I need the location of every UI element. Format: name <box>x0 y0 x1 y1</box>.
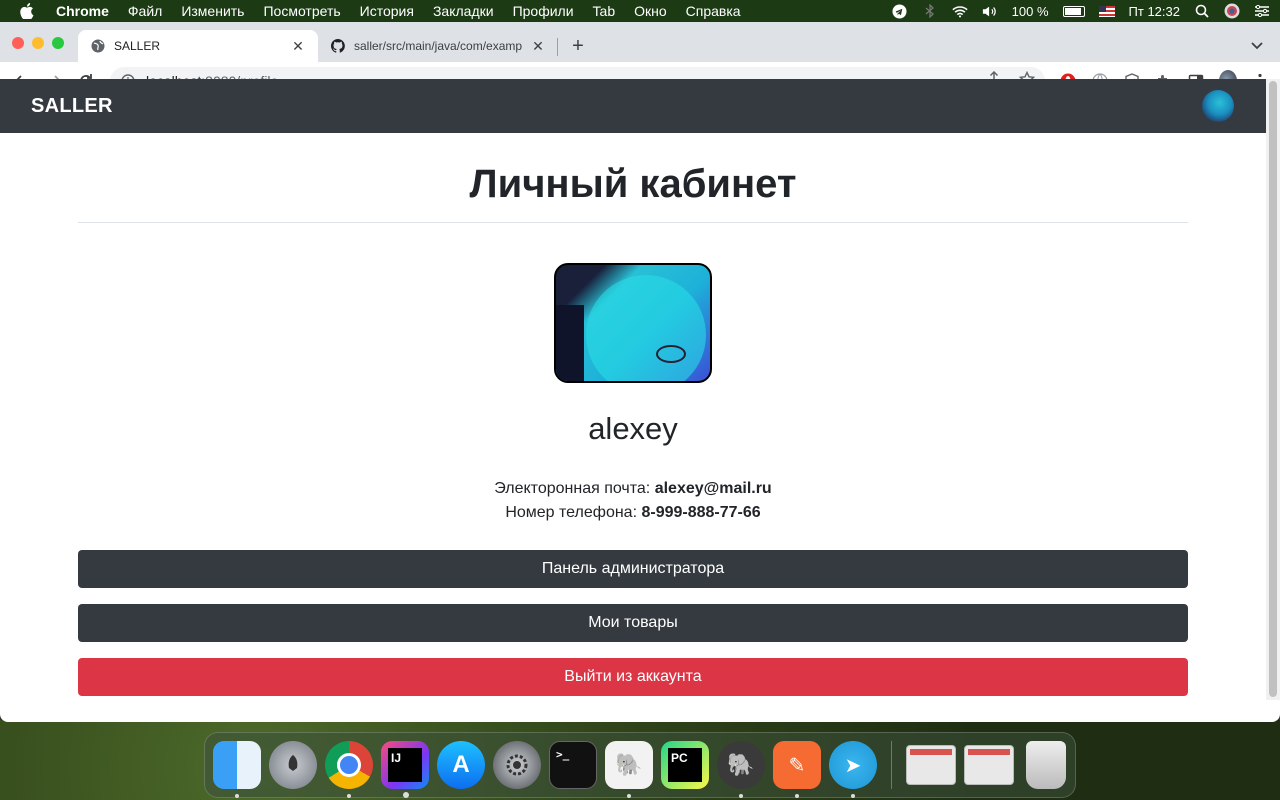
page-scrollbar[interactable] <box>1266 79 1280 700</box>
site-navbar: SALLER <box>0 79 1266 133</box>
battery-icon[interactable] <box>1062 5 1085 17</box>
minimize-window-button[interactable] <box>32 37 44 49</box>
profile-username: alexey <box>588 411 678 446</box>
menu-bookmarks[interactable]: Закладки <box>433 3 494 19</box>
menu-tab[interactable]: Tab <box>593 3 616 19</box>
menu-app-name[interactable]: Chrome <box>56 3 109 19</box>
menubar-clock[interactable]: Пт 12:32 <box>1129 4 1180 19</box>
close-window-button[interactable] <box>12 37 24 49</box>
wifi-icon[interactable] <box>952 4 968 18</box>
tab-title: SALLER <box>114 39 161 53</box>
title-divider <box>78 222 1188 223</box>
user-avatar-icon[interactable] <box>1224 3 1240 19</box>
page-viewport: SALLER Личный кабинет alexey Электоронна… <box>0 79 1266 700</box>
phone-value: 8-999-888-77-66 <box>641 504 761 521</box>
system-preferences-icon[interactable] <box>493 741 541 789</box>
profile-avatar-image <box>554 263 712 383</box>
menu-profiles[interactable]: Профили <box>513 3 574 19</box>
volume-icon[interactable] <box>982 4 998 18</box>
telegram-status-icon[interactable] <box>892 3 908 19</box>
email-value: alexey@mail.ru <box>654 480 772 497</box>
battery-percent: 100 % <box>1011 3 1049 19</box>
github-icon <box>330 38 346 54</box>
phone-label: Номер телефона: <box>505 504 638 521</box>
profile-content: Личный кабинет alexey Электоронная почта… <box>78 160 1188 696</box>
apple-icon[interactable] <box>20 3 34 19</box>
spotlight-search-icon[interactable] <box>1194 4 1210 18</box>
window-controls <box>12 37 64 49</box>
tab-separator <box>557 38 558 56</box>
control-center-icon[interactable] <box>1254 4 1270 18</box>
macos-menu-bar: Chrome Файл Изменить Посмотреть История … <box>0 0 1280 22</box>
app-store-icon[interactable]: A <box>437 741 485 789</box>
page-title: Личный кабинет <box>469 162 797 206</box>
trash-icon[interactable] <box>1026 741 1066 789</box>
contact-info: Электоронная почта: alexey@mail.ru Номер… <box>78 477 1188 525</box>
phone-row: Номер телефона: 8-999-888-77-66 <box>78 501 1188 525</box>
input-source-flag-icon[interactable] <box>1098 5 1115 17</box>
menu-file[interactable]: Файл <box>128 3 162 19</box>
email-label: Электоронная почта: <box>494 480 651 497</box>
telegram-icon[interactable]: ➤ <box>829 741 877 798</box>
globe-icon <box>90 38 106 54</box>
close-tab-icon[interactable]: ✕ <box>290 38 306 54</box>
postman-icon[interactable]: ✎ <box>773 741 821 798</box>
close-tab-icon[interactable]: ✕ <box>530 38 546 54</box>
menu-view[interactable]: Посмотреть <box>263 3 340 19</box>
tab-strip: SALLER ✕ saller/src/main/java/com/examp … <box>0 22 1280 62</box>
chrome-icon[interactable] <box>325 741 373 798</box>
tab-saller[interactable]: SALLER ✕ <box>78 30 318 62</box>
new-tab-button[interactable]: + <box>568 35 588 57</box>
logout-button[interactable]: Выйти из аккаунта <box>78 658 1188 696</box>
scrollbar-thumb[interactable] <box>1269 81 1277 697</box>
tab-github[interactable]: saller/src/main/java/com/examp ✕ <box>318 30 558 62</box>
site-brand-logo[interactable]: SALLER <box>31 95 113 118</box>
minimized-window-thumbnail[interactable] <box>906 745 956 785</box>
sequel-ace-icon[interactable]: 🐘 <box>717 741 765 798</box>
tableplus-icon[interactable]: 🐘 <box>605 741 653 798</box>
minimized-window-thumbnail[interactable] <box>964 745 1014 785</box>
intellij-idea-icon[interactable]: IJ <box>381 741 429 798</box>
bluetooth-icon[interactable] <box>922 4 938 18</box>
tab-title: saller/src/main/java/com/examp <box>354 39 523 53</box>
email-row: Электоронная почта: alexey@mail.ru <box>78 477 1188 501</box>
dock-separator <box>891 741 892 789</box>
menu-edit[interactable]: Изменить <box>181 3 244 19</box>
macos-dock: IJ A >_ 🐘 PC 🐘 ✎ ➤ <box>204 732 1076 798</box>
pycharm-icon[interactable]: PC <box>661 741 709 789</box>
launchpad-icon[interactable] <box>269 741 317 789</box>
admin-panel-button[interactable]: Панель администратора <box>78 550 1188 588</box>
maximize-window-button[interactable] <box>52 37 64 49</box>
my-products-button[interactable]: Мои товары <box>78 604 1188 642</box>
navbar-user-avatar[interactable] <box>1202 90 1234 122</box>
terminal-icon[interactable]: >_ <box>549 741 597 789</box>
menu-history[interactable]: История <box>360 3 414 19</box>
finder-icon[interactable] <box>213 741 261 798</box>
menu-help[interactable]: Справка <box>686 3 741 19</box>
menu-window[interactable]: Окно <box>634 3 667 19</box>
tab-search-chevron-icon[interactable] <box>1250 38 1266 54</box>
